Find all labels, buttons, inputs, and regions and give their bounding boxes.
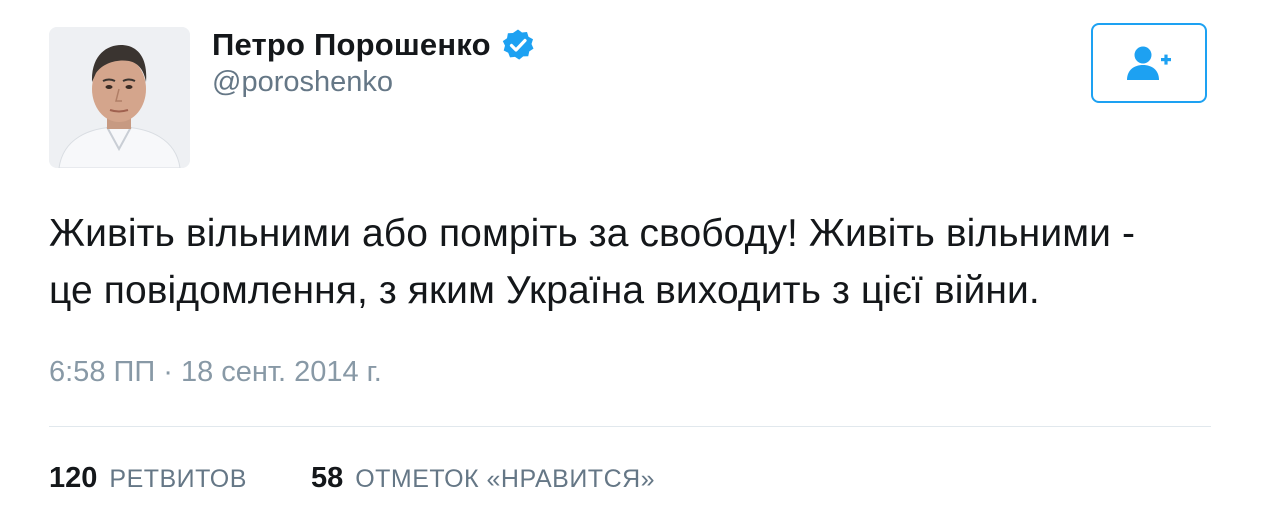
avatar[interactable] (49, 27, 190, 168)
tweet-card: Петро Порошенко @poroshenko Живіть вільн… (0, 0, 1284, 529)
retweets-stat[interactable]: 120 РЕТВИТОВ (49, 462, 247, 495)
add-user-icon (1127, 46, 1171, 80)
name-row: Петро Порошенко (212, 24, 535, 66)
tweet-stats: 120 РЕТВИТОВ 58 ОТМЕТОК «НРАВИТСЯ» (49, 462, 719, 495)
tweet-text: Живіть вільними або помріть за свободу! … (49, 212, 1136, 312)
display-name[interactable]: Петро Порошенко (212, 27, 491, 63)
user-handle[interactable]: @poroshenko (212, 66, 393, 99)
follow-button[interactable] (1091, 23, 1207, 103)
divider (49, 426, 1211, 427)
likes-stat[interactable]: 58 ОТМЕТОК «НРАВИТСЯ» (311, 462, 655, 495)
likes-count: 58 (310, 462, 344, 494)
retweets-label: РЕТВИТОВ (109, 465, 247, 493)
tweet-timestamp[interactable]: 6:58 ПП · 18 сент. 2014 г. (49, 356, 382, 389)
retweets-count: 120 (49, 462, 98, 494)
verified-badge-icon (501, 28, 535, 62)
profile-photo-image (49, 27, 190, 168)
likes-label: ОТМЕТОК «НРАВИТСЯ» (355, 465, 656, 493)
